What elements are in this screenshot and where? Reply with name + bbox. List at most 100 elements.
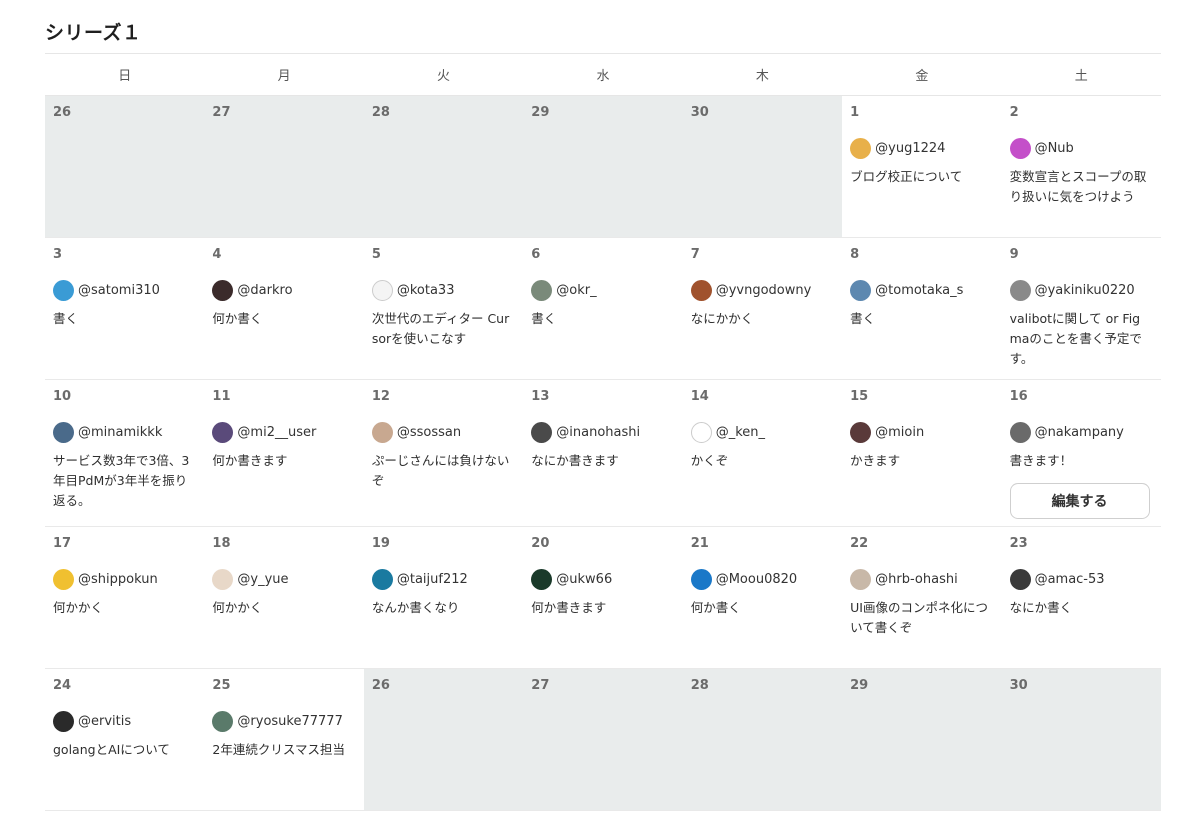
calendar-day-cell[interactable]: 18 @y_yue 何かかく xyxy=(204,527,363,668)
avatar-icon[interactable] xyxy=(1009,421,1031,443)
avatar-icon[interactable] xyxy=(53,568,74,590)
author-username[interactable]: @_ken_ xyxy=(716,425,765,440)
author[interactable]: @Moou0820 xyxy=(690,568,834,590)
avatar-icon[interactable] xyxy=(690,421,712,443)
author-username[interactable]: @ryosuke77777 xyxy=(237,714,342,729)
author-username[interactable]: @yvngodowny xyxy=(716,283,812,298)
author[interactable]: @hrb-ohashi xyxy=(850,568,993,590)
author-username[interactable]: @minamikkk xyxy=(78,425,162,440)
author[interactable]: @minamikkk xyxy=(53,421,196,443)
calendar-day-cell[interactable]: 20 @ukw66 何か書きます xyxy=(523,527,682,668)
author[interactable]: @ryosuke77777 xyxy=(212,710,355,732)
author-username[interactable]: @mi2__user xyxy=(237,425,316,440)
author-username[interactable]: @tomotaka_s xyxy=(875,283,963,298)
article-title[interactable]: ブログ校正について xyxy=(850,167,993,187)
author[interactable]: @_ken_ xyxy=(690,421,834,443)
calendar-day-cell[interactable]: 25 @ryosuke77777 2年連続クリスマス担当 xyxy=(204,669,363,810)
author-username[interactable]: @y_yue xyxy=(237,572,288,587)
avatar-icon[interactable] xyxy=(371,421,393,443)
article-title[interactable]: サービス数3年で3倍、3年目PdMが3年半を振り返る。 xyxy=(53,451,196,511)
calendar-day-cell[interactable]: 7 @yvngodowny なにかかく xyxy=(683,238,842,379)
avatar-icon[interactable] xyxy=(850,137,872,159)
article-title[interactable]: なにか書く xyxy=(1010,598,1153,618)
calendar-day-cell[interactable]: 11 @mi2__user 何か書きます xyxy=(204,380,363,526)
author[interactable]: @y_yue xyxy=(212,568,355,590)
edit-button[interactable]: 編集する xyxy=(1009,483,1150,519)
author-username[interactable]: @hrb-ohashi xyxy=(875,572,958,587)
article-title[interactable]: 2年連続クリスマス担当 xyxy=(212,740,355,760)
avatar-icon[interactable] xyxy=(690,568,712,590)
avatar-icon[interactable] xyxy=(53,710,74,732)
article-title[interactable]: 何か書きます xyxy=(531,598,674,618)
author-username[interactable]: @ukw66 xyxy=(556,572,612,587)
article-title[interactable]: valibotに関して or Figmaのことを書く予定です。 xyxy=(1010,309,1153,369)
author-username[interactable]: @darkro xyxy=(237,283,292,298)
article-title[interactable]: かきます xyxy=(850,451,993,471)
calendar-day-cell[interactable]: 3 @satomi310 書く xyxy=(45,238,204,379)
author[interactable]: @yakiniku0220 xyxy=(1009,279,1153,301)
author-username[interactable]: @Nub xyxy=(1035,141,1074,156)
author[interactable]: @yug1224 xyxy=(850,137,993,159)
author[interactable]: @taijuf212 xyxy=(371,568,515,590)
article-title[interactable]: 書く xyxy=(531,309,674,329)
author[interactable]: @kota33 xyxy=(371,279,515,301)
calendar-day-cell[interactable]: 15 @mioin かきます xyxy=(842,380,1001,526)
author-username[interactable]: @satomi310 xyxy=(78,283,160,298)
author-username[interactable]: @nakampany xyxy=(1035,425,1124,440)
calendar-day-cell[interactable]: 1 @yug1224 ブログ校正について xyxy=(842,96,1001,237)
author[interactable]: @amac-53 xyxy=(1009,568,1153,590)
author[interactable]: @darkro xyxy=(212,279,355,301)
article-title[interactable]: 変数宣言とスコープの取り扱いに気をつけよう xyxy=(1010,167,1153,207)
author[interactable]: @nakampany xyxy=(1009,421,1153,443)
article-title[interactable]: 次世代のエディター Cursorを使いこなす xyxy=(372,309,515,349)
avatar-icon[interactable] xyxy=(1009,568,1031,590)
calendar-day-cell[interactable]: 14 @_ken_ かくぞ xyxy=(683,380,842,526)
avatar-icon[interactable] xyxy=(531,568,553,590)
author-username[interactable]: @kota33 xyxy=(397,283,455,298)
avatar-icon[interactable] xyxy=(212,421,234,443)
author[interactable]: @mi2__user xyxy=(212,421,355,443)
author-username[interactable]: @Moou0820 xyxy=(716,572,797,587)
article-title[interactable]: 書く xyxy=(53,309,196,329)
article-title[interactable]: 何か書く xyxy=(691,598,834,618)
author-username[interactable]: @yakiniku0220 xyxy=(1035,283,1135,298)
avatar-icon[interactable] xyxy=(371,568,393,590)
author-username[interactable]: @yug1224 xyxy=(875,141,945,156)
author-username[interactable]: @okr_ xyxy=(556,283,596,298)
avatar-icon[interactable] xyxy=(212,568,234,590)
avatar-icon[interactable] xyxy=(212,279,234,301)
article-title[interactable]: 書きます！ xyxy=(1010,451,1153,471)
author[interactable]: @mioin xyxy=(850,421,993,443)
calendar-day-cell[interactable]: 5 @kota33 次世代のエディター Cursorを使いこなす xyxy=(364,238,523,379)
author[interactable]: @ukw66 xyxy=(531,568,674,590)
author[interactable]: @yvngodowny xyxy=(690,279,834,301)
calendar-day-cell[interactable]: 21 @Moou0820 何か書く xyxy=(683,527,842,668)
avatar-icon[interactable] xyxy=(1009,279,1031,301)
author-username[interactable]: @taijuf212 xyxy=(397,572,468,587)
author-username[interactable]: @inanohashi xyxy=(556,425,640,440)
author[interactable]: @inanohashi xyxy=(531,421,674,443)
avatar-icon[interactable] xyxy=(850,568,872,590)
article-title[interactable]: なにか書きます xyxy=(531,451,674,471)
avatar-icon[interactable] xyxy=(531,421,553,443)
avatar-icon[interactable] xyxy=(53,421,74,443)
avatar-icon[interactable] xyxy=(53,279,74,301)
article-title[interactable]: UI画像のコンポネ化について書くぞ xyxy=(850,598,993,638)
article-title[interactable]: 書く xyxy=(850,309,993,329)
author[interactable]: @satomi310 xyxy=(53,279,196,301)
author[interactable]: @okr_ xyxy=(531,279,674,301)
author-username[interactable]: @ervitis xyxy=(78,714,131,729)
author-username[interactable]: @shippokun xyxy=(78,572,158,587)
avatar-icon[interactable] xyxy=(850,279,872,301)
avatar-icon[interactable] xyxy=(1009,137,1031,159)
calendar-day-cell[interactable]: 10 @minamikkk サービス数3年で3倍、3年目PdMが3年半を振り返る。 xyxy=(45,380,204,526)
avatar-icon[interactable] xyxy=(212,710,234,732)
calendar-day-cell[interactable]: 16 @nakampany 書きます！ 編集する xyxy=(1002,380,1161,526)
article-title[interactable]: golangとAIについて xyxy=(53,740,196,760)
author-username[interactable]: @mioin xyxy=(875,425,924,440)
avatar-icon[interactable] xyxy=(850,421,872,443)
avatar-icon[interactable] xyxy=(690,279,712,301)
calendar-day-cell[interactable]: 23 @amac-53 なにか書く xyxy=(1002,527,1161,668)
article-title[interactable]: なんか書くなり xyxy=(372,598,515,618)
calendar-day-cell[interactable]: 17 @shippokun 何かかく xyxy=(45,527,204,668)
